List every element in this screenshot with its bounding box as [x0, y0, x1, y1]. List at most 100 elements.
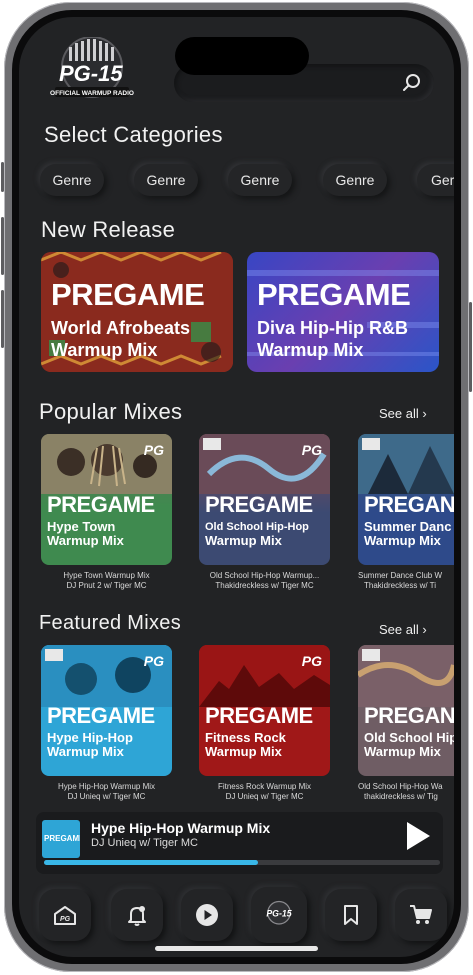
mix-caption-artist: DJ Unieq w/ Tiger MC — [67, 792, 146, 801]
mix-title-line2: Warmup Mix — [47, 533, 124, 548]
pg15-logo[interactable]: PG-15 OFFICIAL WARMUP RADIO — [49, 36, 135, 103]
cart-icon — [410, 905, 432, 924]
mix-caption-title: Summer Dance Club W — [358, 571, 443, 580]
brand-wordmark: PREGAME — [205, 703, 313, 728]
category-chip[interactable]: Ger — [417, 164, 454, 196]
mix-caption-artist: DJ Unieq w/ Tiger MC — [225, 792, 304, 801]
chevron-right-icon: › — [422, 406, 427, 421]
mix-cover: PG PREGAME Old School Hip-Hop Warmup Mix — [199, 434, 330, 565]
pg-mark-icon: PG — [301, 653, 322, 669]
svg-text:PG: PG — [60, 916, 71, 923]
now-playing-title: Hype Hip-Hop Warmup Mix — [91, 820, 271, 836]
brand-wordmark: PREGAN — [364, 492, 454, 517]
nav-pg15-button[interactable]: PG-15 — [251, 887, 307, 943]
playback-progress-bar[interactable] — [44, 860, 440, 865]
volume-up-button — [1, 217, 4, 275]
category-chip[interactable]: Genre — [228, 164, 292, 196]
bookmark-icon — [344, 905, 358, 925]
play-icon[interactable] — [405, 821, 431, 851]
playback-progress-fill — [44, 860, 258, 865]
app-screen: PG-15 OFFICIAL WARMUP RADIO Select Categ… — [19, 17, 454, 957]
see-all-label: See all — [379, 622, 419, 637]
mix-title-line1: Fitness Rock — [205, 730, 286, 745]
logo-pg-text: PG-15 — [59, 61, 123, 86]
mix-caption-title: Hype Hip-Hop Warmup Mix — [57, 782, 156, 791]
nav-cart-button[interactable] — [395, 889, 447, 941]
notification-bell-icon — [128, 906, 146, 926]
release-title-line2: Warmup Mix — [257, 340, 364, 360]
mix-cover: PREGAN Summer Danc Warmup Mix — [358, 434, 454, 565]
volume-down-button — [1, 290, 4, 348]
popular-mixes-title: Popular Mixes — [39, 399, 183, 424]
dance-photo — [358, 434, 454, 494]
bottom-nav: PG PG-15 — [39, 887, 449, 945]
popular-see-all-link[interactable]: See all › — [379, 406, 427, 421]
now-playing-artist: DJ Unieq w/ Tiger MC — [91, 837, 198, 849]
mix-caption-artist: Thakidreckless w/ Tiger MC — [215, 581, 314, 590]
brand-wordmark: PREGAME — [47, 492, 155, 517]
power-button — [469, 302, 472, 392]
see-all-label: See all — [379, 406, 419, 421]
categories-title: Select Categories — [44, 122, 223, 147]
dynamic-island — [175, 37, 309, 75]
new-release-card[interactable]: PREGAME World Afrobeats Warmup Mix — [41, 252, 233, 372]
mix-title-line1: Summer Danc — [364, 519, 452, 534]
mix-title-line1: Old School Hip-Hop — [205, 521, 309, 533]
chevron-right-icon: › — [422, 622, 427, 637]
mix-caption-title: Old School Hip-Hop Wa — [358, 782, 443, 791]
mix-caption-artist: thakidreckless w/ Tig — [364, 792, 438, 801]
now-playing-artwork: PREGAME — [42, 820, 80, 858]
mix-cover: PG PREGAME Hype Hip-Hop Warmup Mix — [41, 645, 172, 776]
mix-title-line2: Warmup Mix — [364, 744, 441, 759]
release-title-line2: Warmup Mix — [51, 340, 158, 360]
now-playing-bar[interactable]: PREGAME Hype Hip-Hop Warmup Mix DJ Unieq… — [36, 812, 443, 874]
mix-title-line1: Old School Hip — [364, 730, 454, 745]
category-chip[interactable]: Genre — [40, 164, 104, 196]
pg15-logo-icon: PG-15 — [266, 900, 292, 925]
mix-title-line2: Warmup Mix — [205, 533, 282, 548]
home-icon: PG — [54, 906, 76, 925]
artwork-brand: PREGAME — [44, 834, 80, 843]
category-chip-row: Genre Genre Genre Genre Ger — [40, 164, 454, 200]
mix-cover: PREGAN Old School Hip Warmup Mix — [358, 645, 454, 776]
mix-caption-artist: Thakidreckless w/ Ti — [364, 581, 437, 590]
release-title-line1: World Afrobeats — [51, 318, 191, 338]
mix-caption-title: Hype Town Warmup Mix — [63, 571, 150, 580]
pg-mark-icon: PG — [143, 442, 164, 458]
pg-mark-icon: PG — [301, 442, 322, 458]
nav-home-button[interactable]: PG — [39, 889, 91, 941]
featured-mixes-title: Featured Mixes — [39, 612, 182, 634]
nav-bookmark-button[interactable] — [325, 889, 377, 941]
brand-wordmark: PREGAN — [364, 703, 454, 728]
mix-title-line2: Warmup Mix — [205, 744, 282, 759]
brand-wordmark: PREGAME — [205, 492, 313, 517]
brand-wordmark: PREGAME — [51, 277, 205, 312]
graffiti-photo — [358, 645, 454, 707]
pg15-logo-art: PG-15 OFFICIAL WARMUP RADIO — [50, 36, 134, 98]
mix-caption-artist: DJ Pnut 2 w/ Tiger MC — [66, 581, 147, 590]
home-indicator — [155, 946, 318, 951]
mute-switch — [1, 162, 4, 192]
brand-wordmark: PREGAME — [257, 277, 411, 312]
logo-tagline: OFFICIAL WARMUP RADIO — [50, 90, 134, 97]
featured-see-all-link[interactable]: See all › — [379, 622, 427, 637]
mix-caption-title: Fitness Rock Warmup Mix — [217, 782, 312, 791]
release-title-line1: Diva Hip-Hip R&B — [257, 318, 409, 338]
new-release-card[interactable]: PREGAME Diva Hip-Hip R&B Warmup Mix — [247, 252, 439, 372]
new-release-title: New Release — [41, 217, 176, 242]
mix-caption-title: Old School Hip-Hop Warmup... — [209, 571, 320, 580]
mix-cover: PG PREGAME Hype Town Warmup Mix — [41, 434, 172, 565]
mix-title-line2: Warmup Mix — [47, 744, 124, 759]
brand-wordmark: PREGAME — [47, 703, 155, 728]
mix-title-line2: Warmup Mix — [364, 533, 441, 548]
mix-title-line1: Hype Town — [47, 519, 116, 534]
play-icon — [196, 904, 218, 926]
svg-text:PG-15: PG-15 — [266, 909, 291, 919]
nav-play-button[interactable] — [181, 889, 233, 941]
category-chip[interactable]: Genre — [323, 164, 387, 196]
category-chip[interactable]: Genre — [134, 164, 198, 196]
mix-title-line1: Hype Hip-Hop — [47, 730, 133, 745]
search-icon[interactable] — [402, 73, 422, 93]
nav-notifications-button[interactable] — [111, 889, 163, 941]
mix-cover: PG PREGAME Fitness Rock Warmup Mix — [199, 645, 330, 776]
